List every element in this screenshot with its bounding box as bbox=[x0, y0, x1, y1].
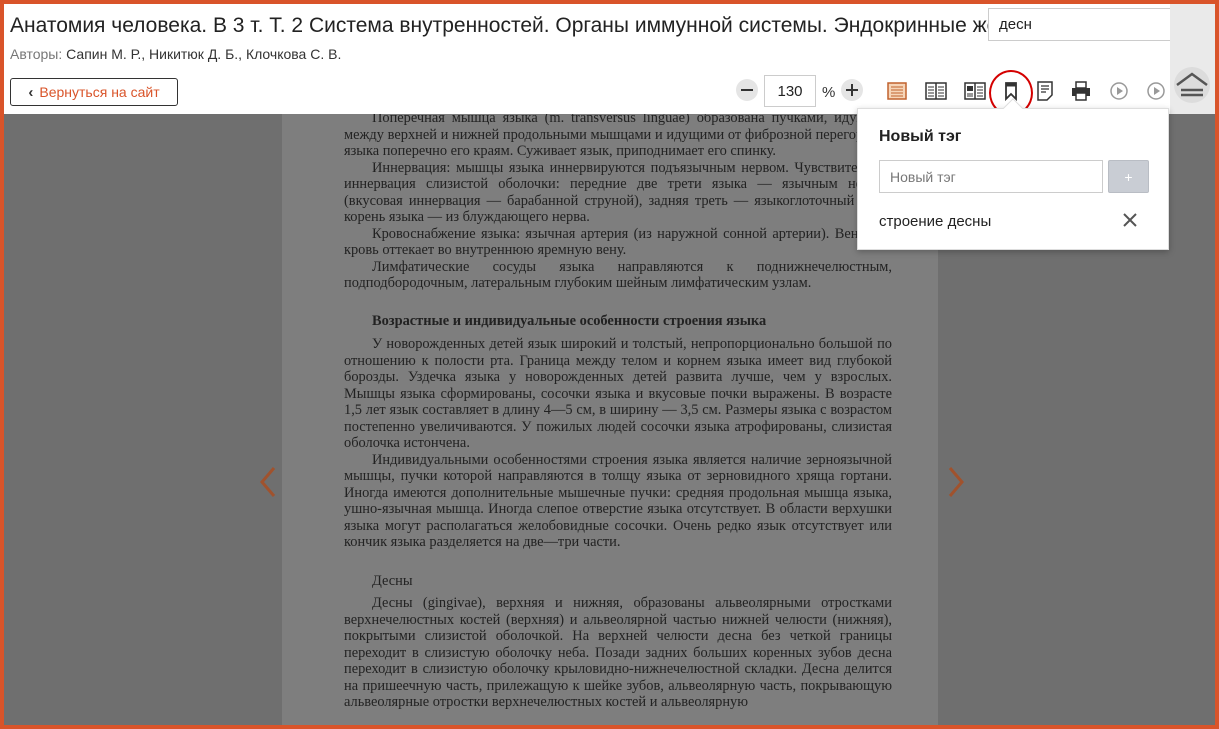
play-icon bbox=[1110, 82, 1128, 100]
plus-icon bbox=[841, 79, 863, 101]
back-to-site-button[interactable]: ‹ Вернуться на сайт bbox=[10, 78, 178, 106]
next-page-icon[interactable] bbox=[944, 464, 968, 500]
new-tag-input[interactable] bbox=[879, 160, 1103, 193]
popover-title: Новый тэг bbox=[879, 128, 962, 145]
play-next-icon bbox=[1147, 82, 1165, 100]
notes-button[interactable] bbox=[1032, 78, 1058, 104]
zoom-in-button[interactable] bbox=[840, 78, 864, 102]
spread-view-button[interactable] bbox=[962, 78, 988, 104]
print-button[interactable] bbox=[1068, 78, 1094, 104]
reader-window: Поперечная мышца языка (m. transversus l… bbox=[0, 0, 1219, 729]
menu-collapse-icon[interactable] bbox=[1173, 66, 1211, 104]
paragraph-newborn: У новорожденных детей язык широкий и тол… bbox=[344, 336, 892, 451]
authors: Авторы: Сапин М. Р., Никитюк Д. Б., Клоч… bbox=[10, 46, 341, 62]
zoom-out-button[interactable] bbox=[735, 78, 759, 102]
paragraph-lymph: Лимфатические сосуды языка направляются … bbox=[344, 258, 892, 292]
search-box bbox=[988, 8, 1198, 41]
play-next-button[interactable] bbox=[1143, 78, 1169, 104]
book-page: Поперечная мышца языка (m. transversus l… bbox=[282, 110, 938, 725]
paragraph-individual: Индивидуальными особенностями строения я… bbox=[344, 451, 892, 551]
single-page-view-button[interactable] bbox=[884, 78, 910, 104]
minus-icon bbox=[736, 79, 758, 101]
paragraph-blood-supply: Кровоснабжение языка: язычная артерия (и… bbox=[344, 225, 892, 259]
add-tag-button[interactable]: + bbox=[1108, 160, 1149, 193]
close-icon[interactable] bbox=[1120, 210, 1140, 230]
play-button[interactable] bbox=[1106, 78, 1132, 104]
paragraph-gums: Десны (gingivae), верхняя и нижняя, обра… bbox=[344, 595, 892, 710]
page-text: Поперечная мышца языка (m. transversus l… bbox=[344, 110, 892, 711]
new-tag-popover: Новый тэг + строение десны bbox=[857, 98, 1169, 250]
two-page-view-button[interactable] bbox=[923, 78, 949, 104]
zoom-input[interactable] bbox=[764, 75, 816, 107]
zoom-unit: % bbox=[822, 84, 836, 101]
authors-label: Авторы: bbox=[10, 46, 63, 62]
chevron-left-icon: ‹ bbox=[28, 83, 34, 101]
back-to-site-label: Вернуться на сайт bbox=[39, 84, 160, 100]
section-heading: Возрастные и индивидуальные особенности … bbox=[372, 312, 767, 329]
prev-page-icon[interactable] bbox=[256, 464, 280, 500]
authors-names: Сапин М. Р., Никитюк Д. Б., Клочкова С. … bbox=[66, 46, 342, 62]
two-page-icon bbox=[925, 82, 947, 100]
header: Анатомия человека. В 3 т. Т. 2 Система в… bbox=[4, 4, 1215, 116]
single-page-icon bbox=[887, 82, 907, 100]
scroll-top-panel bbox=[1170, 4, 1215, 114]
paragraph-transverse-muscle: Поперечная мышца языка (m. transversus l… bbox=[344, 110, 892, 159]
tag-item[interactable]: строение десны bbox=[879, 213, 991, 230]
section-title-gums: Десны bbox=[372, 572, 413, 589]
notes-icon bbox=[1037, 81, 1053, 101]
search-input[interactable] bbox=[989, 9, 1159, 40]
book-title: Анатомия человека. В 3 т. Т. 2 Система в… bbox=[10, 14, 1000, 37]
paragraph-innervation: Иннервация: мышцы языка иннервируются по… bbox=[344, 159, 892, 226]
page-spread-icon bbox=[964, 82, 986, 100]
print-icon bbox=[1072, 81, 1090, 101]
